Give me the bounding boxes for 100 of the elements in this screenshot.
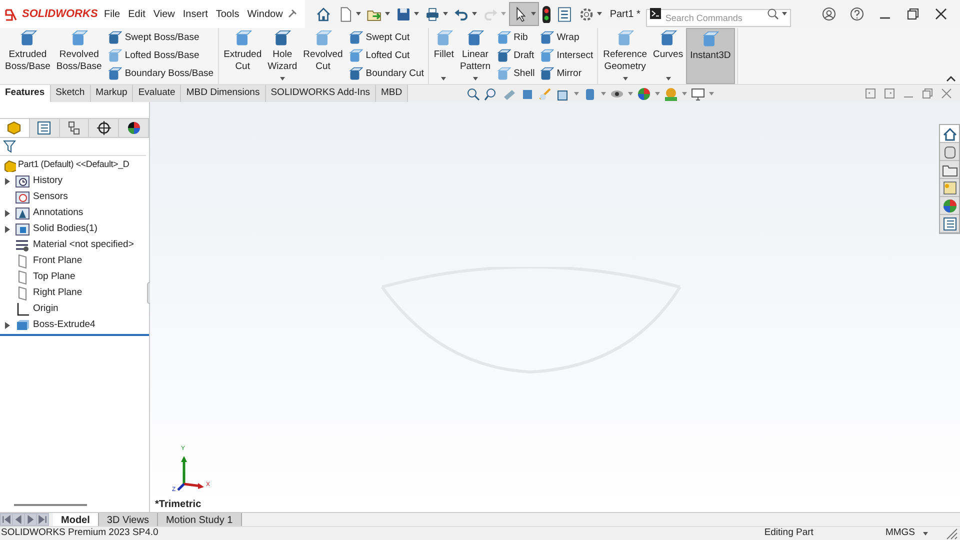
expand-arrow-icon[interactable] — [5, 226, 10, 232]
caret-icon[interactable] — [622, 77, 628, 81]
zoom-area-icon[interactable] — [484, 86, 498, 100]
task-pane-tab[interactable] — [940, 215, 959, 233]
toolbar-button[interactable] — [508, 2, 539, 26]
tree-item[interactable]: History — [33, 174, 63, 188]
caret-icon[interactable] — [601, 92, 606, 96]
document-tab[interactable]: Motion Study 1 — [158, 513, 242, 526]
collapse-icon[interactable] — [946, 75, 956, 82]
task-pane-tab[interactable] — [940, 179, 959, 197]
monitor-icon[interactable] — [691, 86, 706, 100]
ribbon-button[interactable]: Instant3D — [686, 28, 735, 84]
nav-arrow-icon[interactable] — [37, 514, 48, 525]
tree-item[interactable]: Material <not specified> — [33, 238, 134, 252]
ribbon-tab[interactable]: MBD Dimensions — [181, 85, 266, 102]
tree-item[interactable]: Front Plane — [33, 254, 82, 268]
pin-icon[interactable] — [286, 9, 297, 19]
caret-icon[interactable] — [442, 12, 448, 16]
scene-icon[interactable] — [664, 86, 678, 100]
ribbon-tab[interactable]: Evaluate — [133, 85, 182, 102]
ribbon-button[interactable]: Boundary Cut — [348, 66, 424, 82]
search-field[interactable]: Search Commands — [646, 9, 792, 27]
tree-item[interactable]: Top Plane — [33, 270, 76, 284]
ribbon-tab[interactable]: Sketch — [50, 85, 91, 102]
menu-item[interactable]: View — [149, 0, 179, 28]
caret-icon[interactable] — [655, 92, 660, 96]
caret-icon[interactable] — [441, 77, 446, 81]
caret-icon[interactable] — [384, 12, 390, 16]
ribbon-button[interactable]: Shell — [496, 66, 535, 82]
menu-item[interactable]: Edit — [124, 0, 150, 28]
caret-icon[interactable] — [280, 77, 285, 81]
color-sphere-icon[interactable] — [637, 86, 652, 100]
ribbon-button[interactable]: Boundary Boss/Base — [106, 66, 214, 82]
caret-icon[interactable] — [414, 12, 419, 16]
dock-left-icon[interactable] — [865, 88, 876, 99]
task-pane-tab[interactable] — [940, 161, 959, 179]
ribbon-button[interactable]: Revolved Boss/Base — [53, 28, 105, 84]
caret-icon[interactable] — [923, 532, 928, 536]
tree-item[interactable]: Annotations — [33, 206, 84, 220]
document-tab[interactable]: 3D Views — [98, 513, 158, 526]
expand-arrow-icon[interactable] — [5, 322, 10, 328]
restore-icon[interactable] — [906, 7, 920, 21]
help-icon[interactable] — [850, 7, 864, 21]
ribbon-tab[interactable]: SOLIDWORKS Add-Ins — [266, 85, 376, 102]
search-icon[interactable] — [767, 8, 780, 20]
caret-icon[interactable] — [709, 92, 714, 96]
ribbon-button[interactable]: Swept Cut — [348, 30, 424, 46]
caret-icon[interactable] — [666, 77, 671, 81]
task-pane-tab[interactable] — [940, 143, 959, 161]
caret-icon[interactable] — [472, 77, 478, 81]
filter-icon[interactable] — [3, 140, 16, 153]
close-icon[interactable] — [934, 7, 948, 21]
ribbon-button[interactable]: Swept Boss/Base — [106, 30, 214, 46]
units-dropdown[interactable]: MMGS — [885, 526, 928, 540]
document-tab[interactable]: Model — [53, 513, 99, 526]
caret-icon[interactable] — [530, 12, 536, 16]
nav-arrow-icon[interactable] — [25, 514, 36, 525]
ribbon-tab[interactable]: MBD — [376, 85, 408, 102]
ribbon-button[interactable]: Fillet — [430, 28, 457, 84]
ribbon-button[interactable]: Linear Pattern — [456, 28, 494, 84]
ribbon-button[interactable]: Curves — [650, 28, 686, 84]
tree-item[interactable]: Right Plane — [33, 286, 82, 300]
ribbon-button[interactable]: Extruded Cut — [220, 28, 265, 84]
caret-icon[interactable] — [596, 12, 602, 16]
ribbon-button[interactable]: Rib — [496, 30, 535, 46]
nav-arrow-icon[interactable] — [13, 514, 24, 525]
menu-item[interactable]: File — [100, 0, 124, 28]
ribbon-button[interactable]: Extruded Boss/Base — [2, 28, 54, 84]
caret-icon[interactable] — [472, 12, 477, 16]
ribbon-button[interactable]: Draft — [496, 48, 535, 64]
caret-icon[interactable] — [356, 12, 361, 16]
ribbon-button[interactable]: Lofted Cut — [348, 48, 424, 64]
ribbon-button[interactable]: Mirror — [538, 66, 594, 82]
ribbon-button[interactable]: Wrap — [538, 30, 594, 46]
caret-icon[interactable] — [682, 92, 688, 96]
ribbon-button[interactable]: Lofted Boss/Base — [106, 48, 214, 64]
expand-arrow-icon[interactable] — [5, 178, 10, 184]
dock-right-icon[interactable] — [884, 88, 895, 99]
tree-item[interactable]: Origin — [33, 302, 58, 316]
ribbon-button[interactable]: Reference Geometry — [600, 28, 650, 84]
menu-item[interactable]: Insert — [178, 0, 212, 28]
ribbon-button[interactable]: Intersect — [538, 48, 594, 64]
caret-icon[interactable] — [574, 92, 580, 96]
expand-arrow-icon[interactable] — [5, 210, 10, 216]
caret-icon[interactable] — [782, 12, 788, 16]
user-icon[interactable] — [822, 7, 836, 21]
caret-icon[interactable] — [628, 92, 634, 96]
tree-item[interactable]: Boss-Extrude4 — [33, 318, 96, 332]
ribbon-button[interactable]: Hole Wizard — [264, 28, 300, 84]
tree-item[interactable]: Part1 (Default) <<Default>_D — [18, 158, 130, 172]
ribbon-tab[interactable]: Features — [0, 85, 51, 102]
menu-item[interactable]: Tools — [212, 0, 244, 28]
zoom-fit-icon[interactable] — [466, 86, 480, 100]
task-pane-tab[interactable] — [940, 197, 959, 215]
menu-item[interactable]: Window — [243, 0, 287, 28]
ribbon-button[interactable]: Revolved Cut — [300, 28, 346, 84]
tree-item[interactable]: Sensors — [33, 190, 68, 204]
tree-item[interactable]: Solid Bodies(1) — [33, 222, 98, 236]
task-pane-tab[interactable] — [940, 125, 959, 143]
ribbon-tab[interactable]: Markup — [90, 85, 134, 102]
